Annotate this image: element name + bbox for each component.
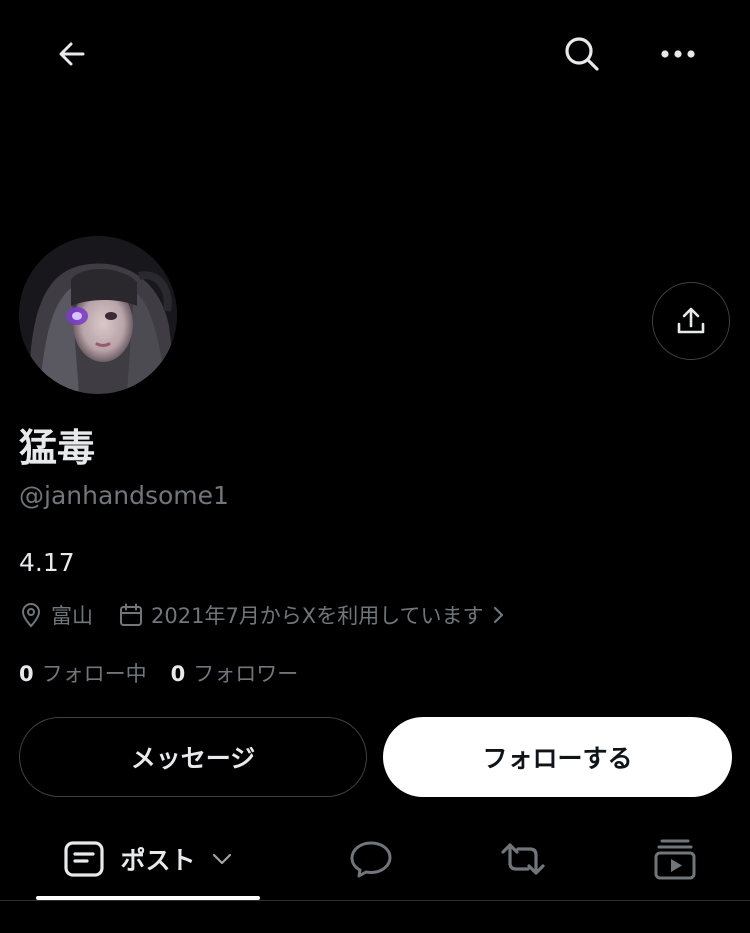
bio-text: 4.17	[19, 548, 75, 577]
calendar-icon	[119, 603, 143, 627]
profile-tabs: ポスト	[0, 818, 750, 904]
document-icon	[64, 841, 105, 877]
share-upload-icon	[675, 305, 707, 337]
followers-link[interactable]: 0 フォロワー	[171, 658, 299, 688]
location-text: 富山	[51, 604, 93, 628]
follow-stats: 0 フォロー中 0 フォロワー	[19, 656, 298, 690]
following-link[interactable]: 0 フォロー中	[19, 658, 147, 688]
tab-posts[interactable]: ポスト	[36, 818, 260, 900]
more-options-button[interactable]	[652, 28, 704, 80]
search-icon	[564, 36, 600, 72]
chevron-right-icon[interactable]	[492, 606, 504, 624]
user-handle: @janhandsome1	[19, 481, 229, 510]
followers-label: フォロワー	[193, 662, 299, 686]
tab-posts-label: ポスト	[120, 846, 196, 875]
following-label: フォロー中	[41, 662, 147, 686]
following-count: 0	[19, 662, 34, 686]
arrow-left-icon	[56, 38, 88, 70]
display-name: 猛毒	[19, 426, 96, 470]
tab-replies[interactable]	[330, 818, 412, 900]
location-pin-icon	[19, 602, 43, 628]
chevron-down-icon[interactable]	[212, 853, 232, 865]
share-button[interactable]	[652, 282, 730, 360]
speech-bubble-icon	[349, 839, 393, 879]
search-button[interactable]	[556, 28, 608, 80]
back-button[interactable]	[46, 28, 98, 80]
followers-count: 0	[170, 662, 186, 686]
message-button[interactable]: メッセージ	[19, 717, 367, 797]
more-horizontal-icon	[661, 49, 695, 59]
tab-reposts[interactable]	[482, 818, 564, 900]
repost-icon	[499, 840, 547, 878]
avatar[interactable]	[19, 236, 177, 394]
tabs-divider	[0, 900, 750, 901]
joined-date-text[interactable]: 2021年7月からXを利用しています	[151, 600, 484, 630]
media-play-icon	[654, 838, 696, 880]
tab-media[interactable]	[634, 818, 716, 900]
follow-button[interactable]: フォローする	[383, 717, 732, 797]
profile-meta-row: 富山 2021年7月からXを利用しています	[19, 598, 504, 632]
avatar-image	[19, 236, 177, 394]
